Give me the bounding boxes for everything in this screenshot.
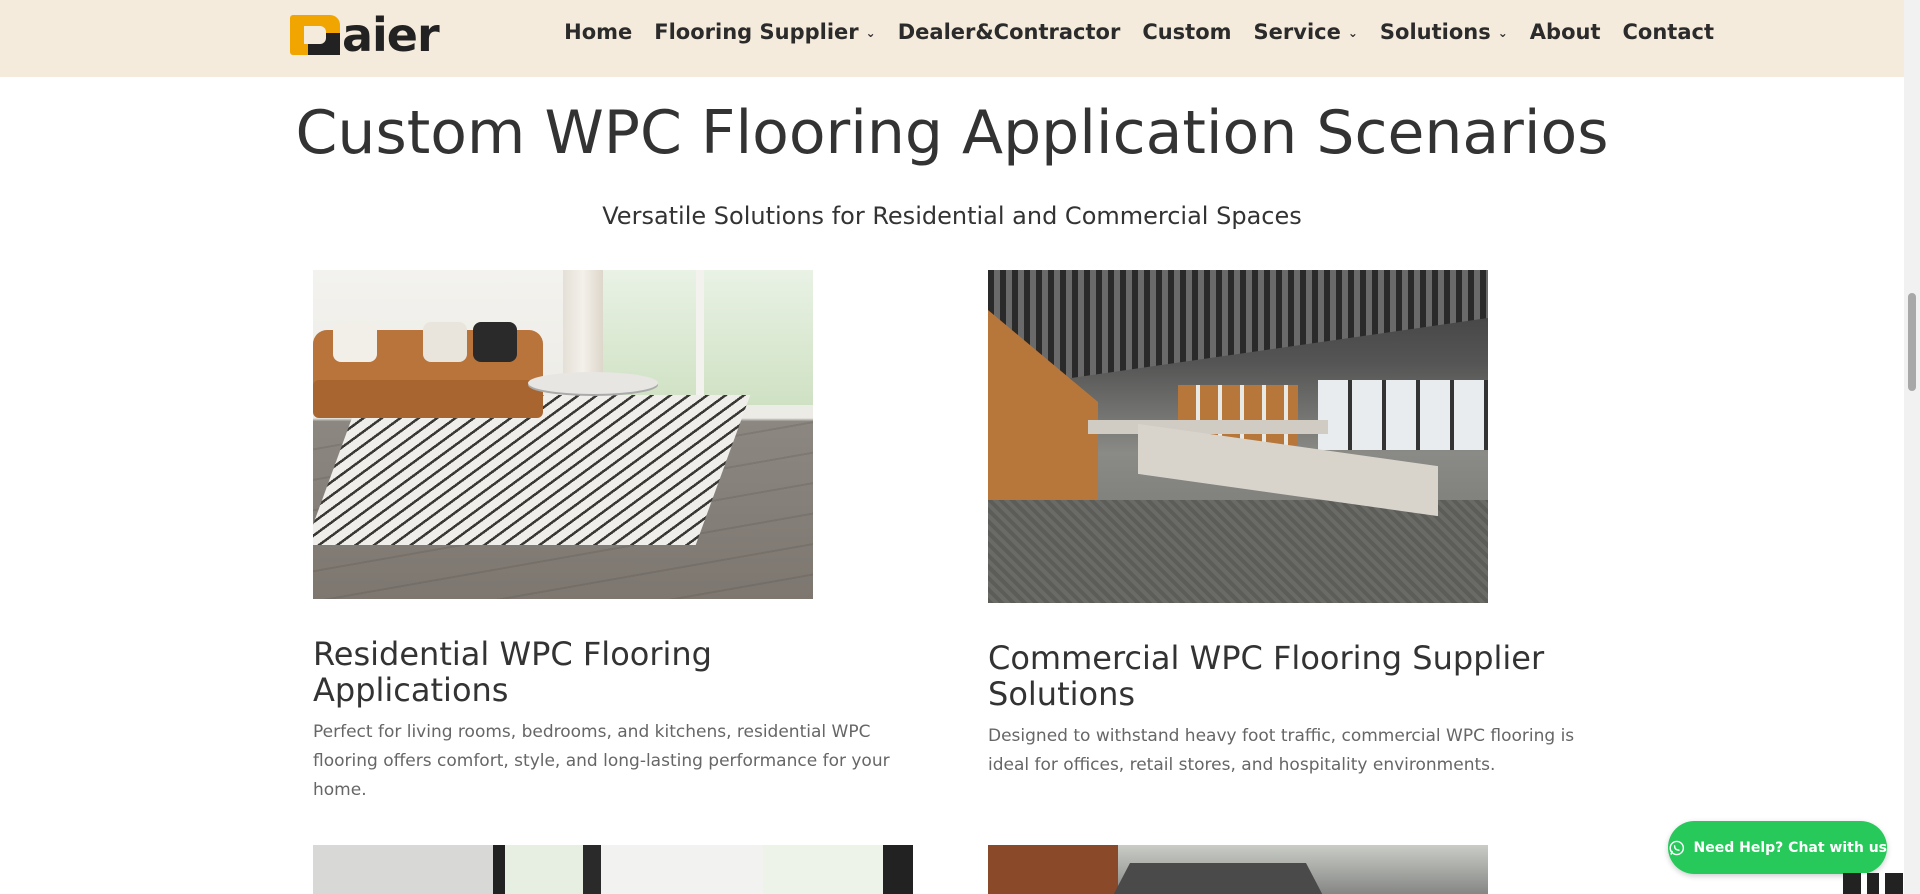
nav-service[interactable]: Service ⌄ [1254,20,1358,44]
chevron-down-icon: ⌄ [865,26,876,40]
card-description: Designed to withstand heavy foot traffic… [988,726,1575,775]
card-title: Residential WPC Flooring Applications [313,635,712,709]
nav-label: About [1529,20,1601,44]
nav-label: Contact [1622,20,1715,44]
corner-widget-icon[interactable] [1843,873,1903,894]
commercial-office-image [988,270,1488,603]
nav-dealer-contractor[interactable]: Dealer&Contractor [898,20,1121,44]
exterior-image [988,845,1488,894]
scrollbar[interactable] [1904,0,1920,894]
page-title: Custom WPC Flooring Application Scenario… [295,98,1609,168]
chevron-down-icon: ⌄ [1497,26,1508,40]
nav-label: Home [564,20,633,44]
commercial-card: Commercial WPC Flooring Supplier Solutio… [988,270,1588,780]
nav-flooring-supplier[interactable]: Flooring Supplier ⌄ [654,20,875,44]
site-header: aier Home Flooring Supplier ⌄ Dealer&Cont… [0,0,1904,77]
page-subtitle: Versatile Solutions for Residential and … [602,202,1302,230]
residential-card: Residential WPC Flooring Applications Pe… [313,270,913,805]
whatsapp-icon [1669,840,1685,855]
nav-label: Solutions [1379,20,1491,44]
card-title: Commercial WPC Flooring Supplier Solutio… [988,639,1545,713]
logo-text: aier [342,8,440,62]
interior-image [313,845,913,894]
main-nav: Home Flooring Supplier ⌄ Dealer&Contracto… [564,20,1714,44]
scenario-card-4 [988,845,1488,894]
nav-label: Flooring Supplier [654,20,859,44]
nav-label: Dealer&Contractor [897,20,1121,44]
nav-about[interactable]: About [1530,20,1601,44]
nav-contact[interactable]: Contact [1623,20,1715,44]
nav-custom[interactable]: Custom [1142,20,1231,44]
logo[interactable]: aier [290,8,440,62]
chat-label: Need Help? Chat with us [1693,839,1887,856]
scrollbar-thumb[interactable] [1908,293,1916,391]
chevron-down-icon: ⌄ [1347,26,1358,40]
nav-solutions[interactable]: Solutions ⌄ [1380,20,1508,44]
nav-home[interactable]: Home [564,20,632,44]
nav-label: Service [1253,20,1341,44]
card-description: Perfect for living rooms, bedrooms, and … [313,722,890,800]
scenario-card-3 [313,845,913,894]
chat-button[interactable]: Need Help? Chat with us [1668,821,1887,874]
residential-living-room-image [313,270,813,599]
logo-mark-icon [290,15,340,55]
nav-label: Custom [1142,20,1232,44]
